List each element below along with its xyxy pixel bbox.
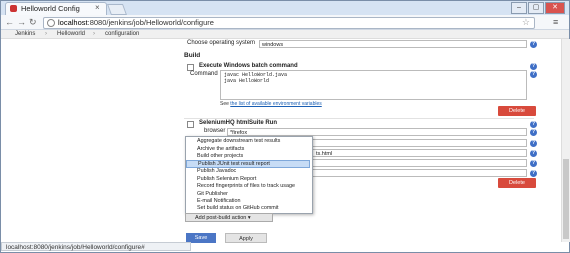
menu-item[interactable]: Publish Javadoc — [186, 168, 310, 176]
bookmark-star-icon[interactable]: ☆ — [522, 17, 530, 28]
menu-item[interactable]: Publish Selenium Report — [186, 176, 310, 184]
apply-button[interactable]: Apply — [225, 233, 267, 243]
menu-item[interactable]: Record fingerprints of files to track us… — [186, 183, 310, 191]
breadcrumb: Jenkins › Helloworld › configuration — [1, 30, 569, 39]
help-icon[interactable]: ? — [530, 150, 537, 157]
browser-label: browser — [204, 128, 226, 134]
browser-menu-icon[interactable]: ≡ — [553, 17, 558, 27]
close-tab-icon[interactable]: × — [95, 3, 100, 12]
minimize-button[interactable]: – — [511, 2, 527, 14]
selenium-step-title: SeleniumHQ htmlSuite Run — [199, 120, 278, 126]
browser-field[interactable]: *firefox — [227, 128, 527, 136]
delete-selenium-button[interactable]: Delete — [498, 178, 536, 188]
reload-icon[interactable]: ↻ — [29, 17, 37, 27]
breadcrumb-jenkins[interactable]: Jenkins — [15, 31, 35, 37]
os-label: Choose operating system — [187, 40, 256, 46]
maximize-button[interactable]: ▢ — [528, 2, 544, 14]
delete-step-button[interactable]: Delete — [498, 106, 536, 116]
env-vars-note: See the list of available environment va… — [220, 101, 322, 107]
menu-item[interactable]: Set build status on GitHub commit — [186, 205, 310, 213]
help-icon[interactable]: ? — [530, 63, 537, 70]
breadcrumb-configuration[interactable]: configuration — [105, 31, 139, 37]
selenium-step-checkbox[interactable] — [187, 121, 194, 128]
menu-item-selected[interactable]: Publish JUnit test result report — [186, 160, 310, 168]
help-icon[interactable]: ? — [530, 41, 537, 48]
browser-tab[interactable]: Helloworld Config × — [5, 2, 107, 15]
add-post-build-action-button[interactable]: Add post-build action ▾ — [185, 213, 273, 222]
menu-item[interactable]: Git Publisher — [186, 191, 310, 199]
help-icon[interactable]: ? — [530, 129, 537, 136]
menu-item[interactable]: Aggregate downstream test results — [186, 138, 310, 146]
breadcrumb-helloworld[interactable]: Helloworld — [57, 31, 85, 37]
help-icon[interactable]: ? — [530, 121, 537, 128]
command-line: java HelloWorld — [224, 78, 270, 84]
status-bar: localhost:8080/jenkins/job/Helloworld/co… — [1, 242, 191, 251]
batch-step-checkbox[interactable] — [187, 64, 194, 71]
help-icon[interactable]: ? — [530, 160, 537, 167]
env-vars-link[interactable]: the list of available environment variab… — [230, 101, 321, 107]
browser-window: Helloworld Config × – ▢ ✕ ← → ↻ localhos… — [0, 0, 570, 253]
tab-bar: Helloworld Config × – ▢ ✕ — [1, 1, 569, 15]
tab-title: Helloworld Config — [21, 4, 80, 13]
address-toolbar: ← → ↻ localhost:8080/jenkins/job/Hellowo… — [1, 15, 569, 30]
command-textarea[interactable]: javac HelloWorld.java java HelloWorld — [220, 70, 527, 100]
url-text: localhost:8080/jenkins/job/Helloworld/co… — [58, 18, 214, 27]
command-label: Command — [190, 71, 218, 77]
new-tab-button[interactable] — [106, 4, 128, 15]
help-icon[interactable]: ? — [530, 71, 537, 78]
divider — [184, 118, 534, 119]
jenkins-favicon-icon — [10, 5, 17, 12]
address-bar[interactable]: localhost:8080/jenkins/job/Helloworld/co… — [43, 17, 535, 29]
close-window-button[interactable]: ✕ — [545, 2, 565, 14]
scrollbar-thumb[interactable] — [563, 159, 569, 239]
menu-item[interactable]: Archive the artifacts — [186, 146, 310, 154]
back-arrow-icon[interactable]: ← — [5, 17, 14, 27]
batch-step-title: Execute Windows batch command — [199, 63, 298, 69]
breadcrumb-separator: › — [45, 31, 47, 37]
forward-arrow-icon[interactable]: → — [17, 17, 26, 27]
vertical-scrollbar[interactable] — [561, 39, 570, 242]
help-icon[interactable]: ? — [530, 140, 537, 147]
help-icon[interactable]: ? — [530, 170, 537, 177]
post-build-action-menu: Aggregate downstream test results Archiv… — [185, 136, 313, 214]
breadcrumb-separator: › — [93, 31, 95, 37]
build-section-title: Build — [184, 52, 201, 59]
window-controls: – ▢ ✕ — [510, 2, 565, 14]
page-info-icon — [47, 19, 55, 27]
os-field[interactable]: windows — [259, 40, 527, 48]
